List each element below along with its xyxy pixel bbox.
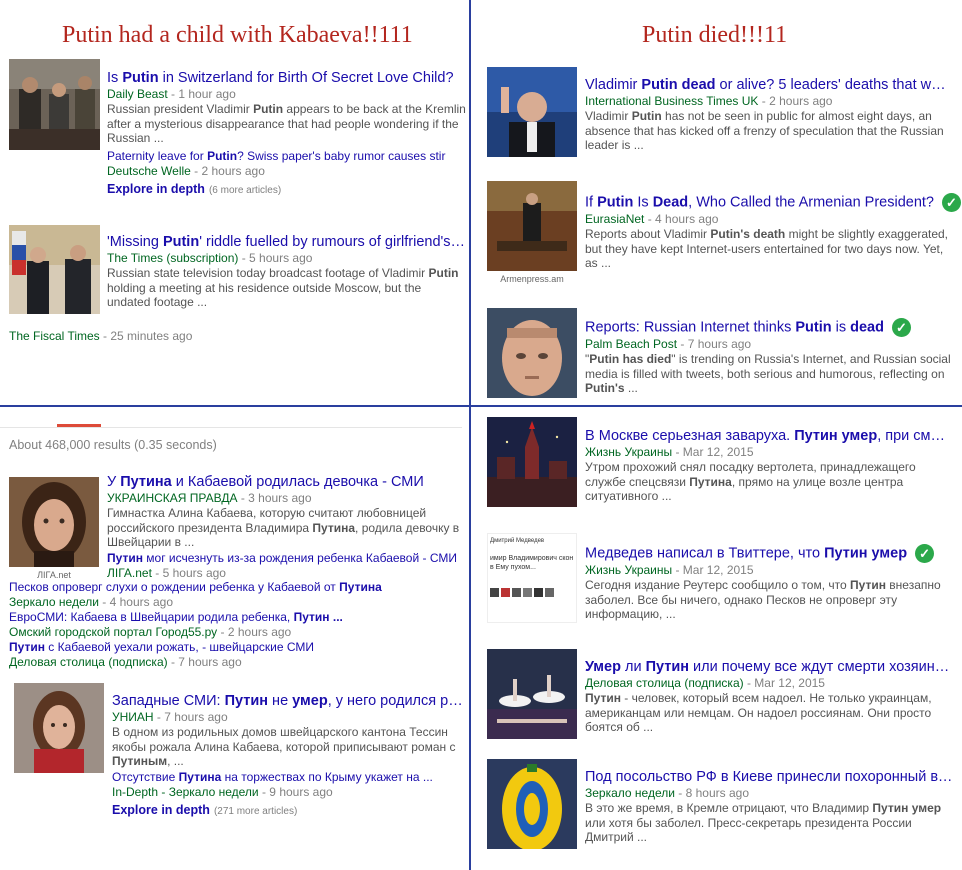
result-snippet: Утром прохожий снял посадку вертолета, п… xyxy=(585,460,916,503)
result-source: Palm Beach Post - 7 hours ago xyxy=(585,337,752,351)
thumbnail-caption: ЛІГА.net xyxy=(37,570,71,580)
result-headline[interactable]: В Москве серьезная заваруха. Путин умер,… xyxy=(585,428,953,445)
explore-in-depth-link[interactable]: Explore in depth (271 more articles) xyxy=(112,803,467,820)
tab-bar-underline xyxy=(0,427,462,428)
result-source: Жизнь Украины - Mar 12, 2015 xyxy=(585,445,754,459)
result-source: Деловая столица (подписка) - Mar 12, 201… xyxy=(585,676,825,690)
result-snippet: "Putin has died" is trending on Russia's… xyxy=(585,352,951,395)
vertical-divider xyxy=(469,0,471,870)
result-thumbnail[interactable] xyxy=(487,759,577,849)
result-source: УНИАН - 7 hours ago xyxy=(112,710,228,724)
result-headline[interactable]: Is Putin in Switzerland for Birth Of Sec… xyxy=(107,70,467,87)
check-icon: ✓ xyxy=(891,318,911,337)
result-headline[interactable]: Reports: Russian Internet thinks Putin i… xyxy=(585,318,953,337)
related-source: Омский городской портал Город55.ру - 2 h… xyxy=(9,625,292,639)
result-source: EurasiaNet - 4 hours ago xyxy=(585,212,719,226)
check-icon: ✓ xyxy=(941,193,961,212)
related-link[interactable]: Путин с Кабаевой уехали рожать, - швейца… xyxy=(9,640,467,655)
result-snippet: Russian state television today broadcast… xyxy=(107,266,459,309)
result-source: УКРАИНСКАЯ ПРАВДА - 3 hours ago xyxy=(107,491,312,505)
result-snippet: В это же время, в Кремле отрицают, что В… xyxy=(585,801,942,844)
related-source: Деловая столица (подписка) - 7 hours ago xyxy=(9,655,242,669)
result-headline[interactable]: У Путина и Кабаевой родилась девочка - С… xyxy=(107,474,467,491)
result-snippet: Гимнастка Алина Кабаева, которую считают… xyxy=(107,506,460,549)
related-source: Deutsche Welle - 2 hours ago xyxy=(107,163,265,178)
related-source: ЛІГА.net - 5 hours ago xyxy=(107,565,226,580)
result-headline[interactable]: 'Missing Putin' riddle fuelled by rumour… xyxy=(107,234,467,251)
right-title: Putin died!!!11 xyxy=(642,22,788,48)
result-headline[interactable]: Умер ли Путин или почему все ждут смерти… xyxy=(585,659,953,676)
result-thumbnail[interactable] xyxy=(487,417,577,507)
active-tab-indicator xyxy=(57,424,101,427)
result-source: Жизнь Украины - Mar 12, 2015 xyxy=(585,563,754,577)
check-icon: ✓ xyxy=(915,544,935,563)
related-link[interactable]: Путин мог исчезнуть из-за рождения ребен… xyxy=(107,551,467,566)
result-headline[interactable]: Под посольство РФ в Киеве принесли похор… xyxy=(585,769,953,786)
result-snippet: Russian president Vladimir Putin appears… xyxy=(107,102,466,145)
result-thumbnail[interactable] xyxy=(487,308,577,398)
related-link[interactable]: ЕвроСМИ: Кабаева в Швейцарии родила ребе… xyxy=(9,610,467,625)
explore-in-depth-link[interactable]: Explore in depth (6 more articles) xyxy=(107,182,467,199)
result-headline[interactable]: Vladimir Putin dead or alive? 5 leaders'… xyxy=(585,77,953,94)
result-snippet: Vladimir Putin has not be seen in public… xyxy=(585,109,944,152)
related-source: The Fiscal Times - 25 minutes ago xyxy=(9,329,193,343)
tweet-text: имир Владимирович скон в Ему пухом... xyxy=(490,555,574,571)
related-source: In-Depth - Зеркало недели - 9 hours ago xyxy=(112,784,333,799)
result-headline[interactable]: Медведев написал в Твиттере, что Путин у… xyxy=(585,544,953,563)
related-link[interactable]: Отсутствие Путина на торжествах по Крыму… xyxy=(112,770,467,785)
result-thumbnail[interactable] xyxy=(14,683,104,773)
result-snippet: В одном из родильных домов швейцарского … xyxy=(112,725,456,768)
result-thumbnail[interactable] xyxy=(9,477,99,567)
tweet-author: Дмитрий Медведев xyxy=(490,538,545,544)
result-snippet: Reports about Vladimir Putin's death mig… xyxy=(585,227,949,270)
result-thumbnail[interactable] xyxy=(487,181,577,271)
result-headline[interactable]: Западные СМИ: Путин не умер, у него роди… xyxy=(112,693,467,710)
horizontal-divider xyxy=(0,405,962,407)
related-link[interactable]: Paternity leave for Putin? Swiss paper's… xyxy=(107,149,467,164)
result-headline[interactable]: If Putin Is Dead, Who Called the Armenia… xyxy=(585,193,961,212)
result-thumbnail[interactable] xyxy=(487,649,577,739)
result-thumbnail[interactable]: Дмитрий Медведев имир Владимирович скон … xyxy=(487,533,577,623)
result-source: The Times (subscription) - 5 hours ago xyxy=(107,251,313,265)
thumbnail-caption: Armenpress.am xyxy=(500,274,564,284)
result-thumbnail[interactable] xyxy=(9,225,100,314)
results-count: About 468,000 results (0.35 seconds) xyxy=(9,438,217,452)
result-source: Daily Beast - 1 hour ago xyxy=(107,87,236,101)
result-snippet: Сегодня издание Реутерс сообщило о том, … xyxy=(585,578,941,621)
result-snippet: Путин - человек, который всем надоел. Не… xyxy=(585,691,932,734)
result-thumbnail[interactable] xyxy=(487,67,577,157)
result-thumbnail[interactable] xyxy=(9,59,100,150)
related-source: Зеркало недели - 4 hours ago xyxy=(9,595,173,609)
result-source: Зеркало недели - 8 hours ago xyxy=(585,786,749,800)
result-source: International Business Times UK - 2 hour… xyxy=(585,94,833,108)
related-link[interactable]: Песков опроверг слухи о рождении ребенка… xyxy=(9,580,467,595)
left-title: Putin had a child with Kabaeva!!111 xyxy=(62,22,413,48)
